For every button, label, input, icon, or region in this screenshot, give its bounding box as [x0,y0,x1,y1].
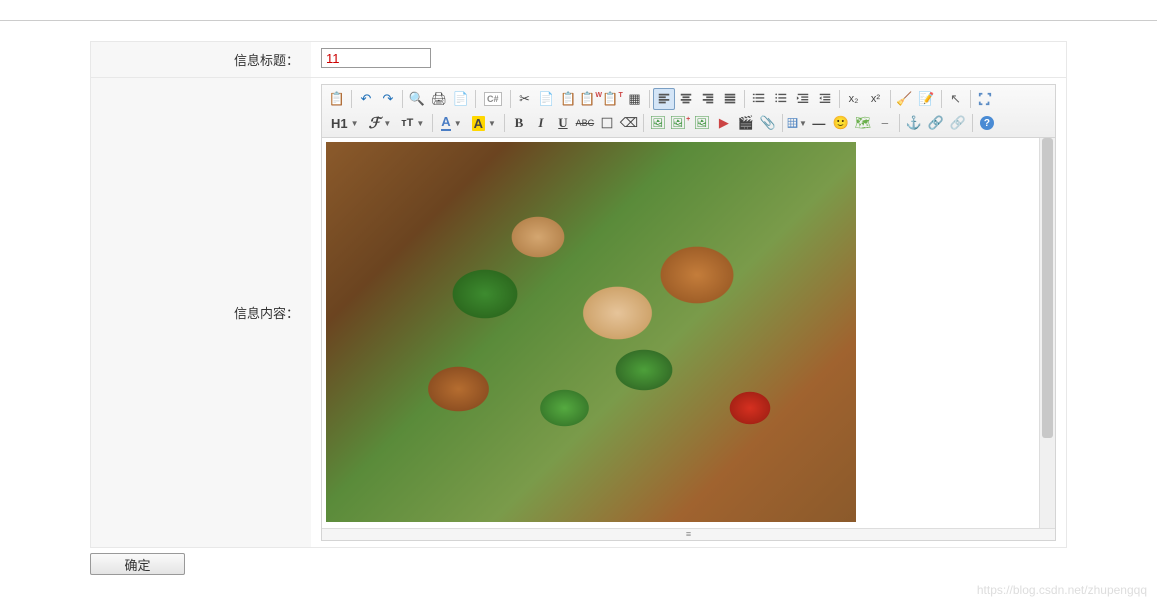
table-icon[interactable]: ▼ [786,112,808,134]
align-justify-icon[interactable] [719,88,741,110]
superscript-icon[interactable]: x² [865,88,887,110]
image-icon[interactable]: 🖼 [647,112,669,134]
indent-icon[interactable] [792,88,814,110]
bold-icon[interactable]: B [508,112,530,134]
map-icon[interactable]: 🗺 [852,112,874,134]
attachment-icon[interactable]: 📎 [757,112,779,134]
submit-row: 确定 [90,547,1067,575]
paste2-icon[interactable]: 📋 [558,88,580,110]
preview-icon[interactable]: 🔍 [406,88,428,110]
scrollbar[interactable] [1039,138,1055,528]
emoji-icon[interactable]: 🙂 [830,112,852,134]
separator [475,90,476,108]
title-input[interactable] [321,48,431,68]
unlink-icon[interactable]: 🔗 [947,112,969,134]
paste-word-icon[interactable]: 📋W [580,88,602,110]
font-size-dropdown[interactable]: тT▼ [396,112,429,134]
undo-icon[interactable]: ↶ [355,88,377,110]
separator [890,90,891,108]
align-left-icon[interactable] [653,88,675,110]
hr-icon[interactable]: — [808,112,830,134]
remote-image-icon[interactable]: 🖼 [691,112,713,134]
title-label: 信息标题： [91,42,311,77]
select-all-icon[interactable]: ▦ [624,88,646,110]
fullscreen-icon[interactable] [974,88,996,110]
watermark: https://blog.csdn.net/zhupengqq [977,583,1147,597]
media-icon[interactable]: 🎬 [735,112,757,134]
code-icon[interactable]: C# [479,88,507,110]
link-icon[interactable]: 🔗 [925,112,947,134]
separator [972,114,973,132]
separator [782,114,783,132]
help-icon[interactable]: ? [976,112,998,134]
separator [899,114,900,132]
title-row: 信息标题： [90,41,1067,78]
separator [432,114,433,132]
resize-handle[interactable]: ≡ [322,528,1055,540]
print-icon[interactable]: 🖨 [428,88,450,110]
anchor-icon[interactable]: ⚓ [903,112,925,134]
format-match-icon[interactable]: 📝 [916,88,938,110]
font-family-dropdown[interactable]: ℱ▼ [364,112,397,134]
cut-icon[interactable]: ✂ [514,88,536,110]
separator [351,90,352,108]
multi-image-icon[interactable]: 🖼+ [669,112,691,134]
highlight-dropdown[interactable]: A▼ [467,112,501,134]
clear-format-icon[interactable]: 🧹 [894,88,916,110]
template-icon[interactable]: 📄 [450,88,472,110]
select-icon[interactable]: ↖ [945,88,967,110]
paste-icon[interactable]: 📋 [326,88,348,110]
content-label: 信息内容： [91,78,311,547]
heading-dropdown[interactable]: H1▼ [326,112,364,134]
toolbar-row-2: H1▼ℱ▼тT▼A▼A▼BIUABC⌫🖼🖼+🖼▶🎬📎▼—🙂🗺⎯⚓🔗🔗? [326,111,1051,135]
page: 信息标题： 信息内容： 📋↶↷🔍🖨📄C#✂📄📋📋W📋T▦x₂x²🧹📝↖ H1▼ℱ… [0,0,1157,585]
flash-icon[interactable]: ▶ [713,112,735,134]
subscript-icon[interactable]: x₂ [843,88,865,110]
editor-canvas[interactable] [322,138,1039,528]
scroll-thumb[interactable] [1042,138,1053,438]
separator [649,90,650,108]
align-right-icon[interactable] [697,88,719,110]
header-line [0,10,1157,21]
submit-button[interactable]: 确定 [90,553,185,575]
font-color-dropdown[interactable]: A▼ [436,112,466,134]
editor-body [322,138,1055,528]
pagebreak-icon[interactable]: ⎯ [874,112,896,134]
paste-text-icon[interactable]: 📋T [602,88,624,110]
outdent-icon[interactable] [814,88,836,110]
editor-toolbar: 📋↶↷🔍🖨📄C#✂📄📋📋W📋T▦x₂x²🧹📝↖ H1▼ℱ▼тT▼A▼A▼BIUA… [322,85,1055,138]
content-row: 信息内容： 📋↶↷🔍🖨📄C#✂📄📋📋W📋T▦x₂x²🧹📝↖ H1▼ℱ▼тT▼A▼… [90,77,1067,548]
unordered-list-icon[interactable] [770,88,792,110]
separator [504,114,505,132]
toolbar-row-1: 📋↶↷🔍🖨📄C#✂📄📋📋W📋T▦x₂x²🧹📝↖ [326,87,1051,111]
separator [643,114,644,132]
italic-icon[interactable]: I [530,112,552,134]
form: 信息标题： 信息内容： 📋↶↷🔍🖨📄C#✂📄📋📋W📋T▦x₂x²🧹📝↖ H1▼ℱ… [90,41,1067,575]
separator [402,90,403,108]
separator [510,90,511,108]
rich-editor: 📋↶↷🔍🖨📄C#✂📄📋📋W📋T▦x₂x²🧹📝↖ H1▼ℱ▼тT▼A▼A▼BIUA… [321,84,1056,541]
align-center-icon[interactable] [675,88,697,110]
copy-icon[interactable]: 📄 [536,88,558,110]
ordered-list-icon[interactable] [748,88,770,110]
separator [839,90,840,108]
content-image [326,142,856,522]
separator [744,90,745,108]
separator [970,90,971,108]
border-icon[interactable] [596,112,618,134]
separator [941,90,942,108]
strikethrough-icon[interactable]: ABC [574,112,596,134]
underline-icon[interactable]: U [552,112,574,134]
remove-format-icon[interactable]: ⌫ [618,112,640,134]
redo-icon[interactable]: ↷ [377,88,399,110]
